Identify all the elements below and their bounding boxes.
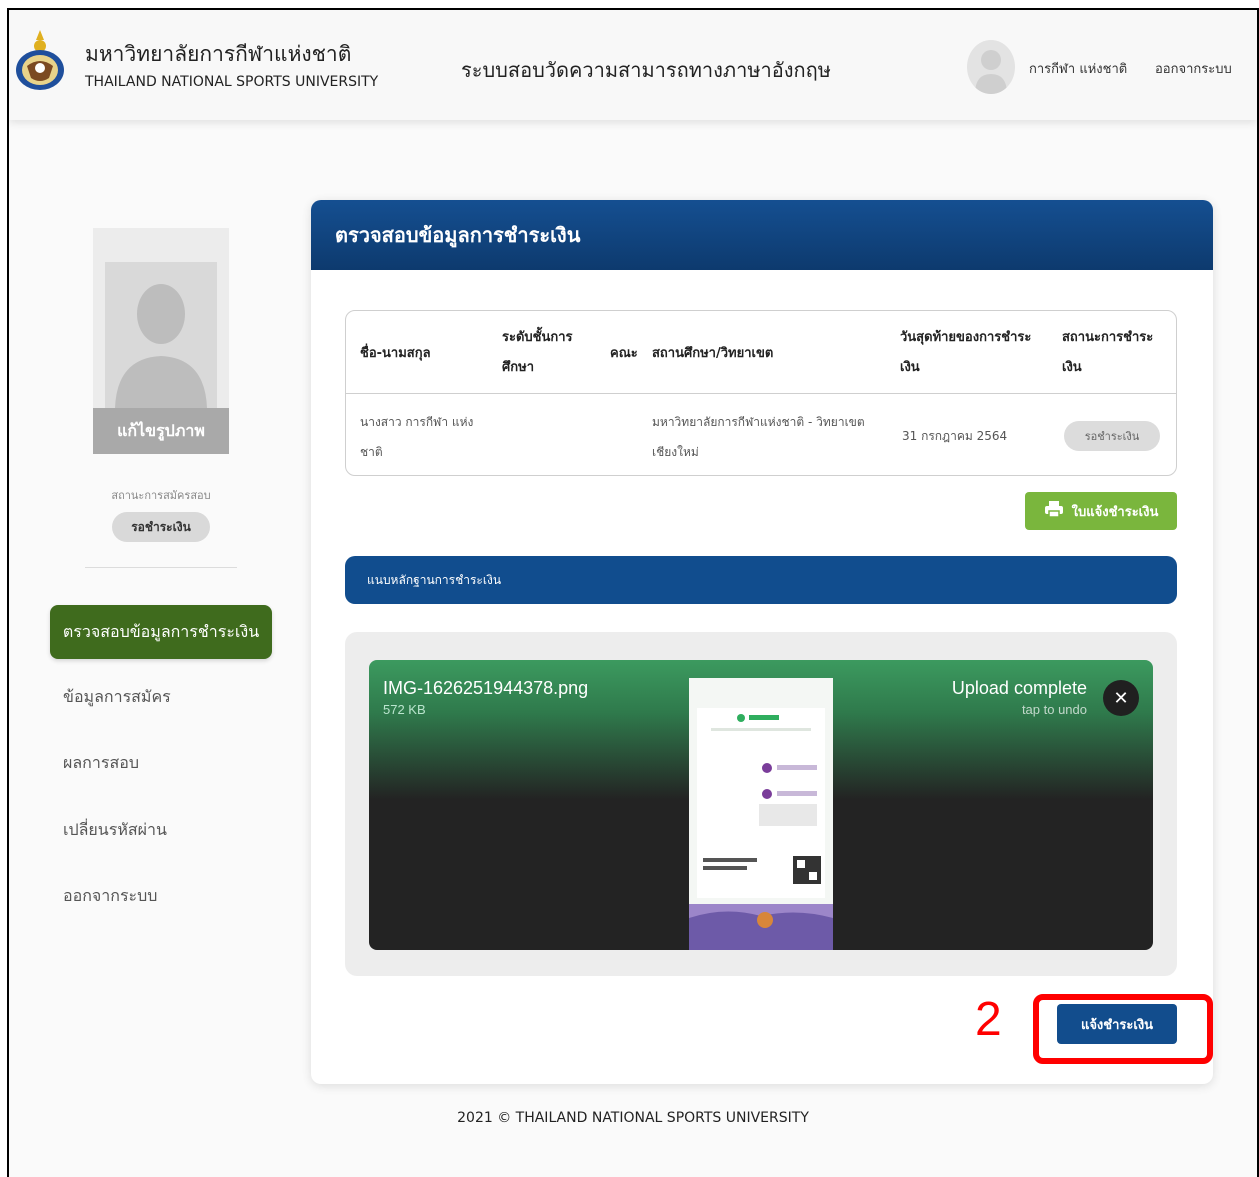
uploaded-file-size: 572 KB [383, 702, 426, 717]
page-title: ตรวจสอบข้อมูลการชำระเงิน [311, 200, 1213, 270]
cell-name-line2: ชาติ [360, 445, 383, 459]
top-header: มหาวิทยาลัยการกีฬาแห่งชาติ THAILAND NATI… [9, 10, 1257, 120]
col-header-institute: สถานศึกษา/วิทยาเขต [652, 346, 774, 361]
table-divider [346, 393, 1176, 394]
col-header-level-line2: ศึกษา [502, 360, 534, 375]
payment-status-badge: รอชำระเงิน [1064, 421, 1160, 451]
payment-check-card: ตรวจสอบข้อมูลการชำระเงิน ชื่อ-นามสกุล ระ… [311, 200, 1213, 1084]
col-header-name: ชื่อ-นามสกุล [360, 346, 431, 361]
system-title: ระบบสอบวัดความสามารถทางภาษาอังกฤษ [461, 58, 831, 82]
sidebar-item-exam-results[interactable]: ผลการสอบ [63, 751, 139, 776]
col-header-status-line1: สถานะการชำระ [1062, 330, 1154, 345]
header-logout-link[interactable]: ออกจากระบบ [1155, 58, 1232, 79]
file-upload-area[interactable]: IMG-1626251944378.png 572 KB Upload comp… [345, 632, 1177, 976]
upload-status-text: Upload complete [951, 678, 1087, 698]
sidebar-item-application-info[interactable]: ข้อมูลการสมัคร [63, 685, 171, 710]
remove-file-button[interactable]: ✕ [1103, 680, 1139, 716]
footer-copyright: 2021 © THAILAND NATIONAL SPORTS UNIVERSI… [457, 1110, 809, 1126]
edit-photo-button[interactable]: แก้ไขรูปภาพ [93, 408, 229, 454]
profile-photo-placeholder [105, 262, 217, 408]
col-header-status-line2: เงิน [1062, 360, 1082, 375]
undo-hint[interactable]: tap to undo [1022, 702, 1087, 717]
university-logo [13, 26, 67, 92]
registration-status-badge: รอชำระเงิน [112, 512, 210, 542]
invoice-button-label: ใบแจ้งชำระเงิน [1071, 504, 1159, 520]
close-icon: ✕ [1113, 687, 1129, 709]
col-header-deadline-line2: เงิน [900, 360, 920, 375]
printer-icon [1044, 500, 1064, 522]
attach-evidence-header: แนบหลักฐานการชำระเงิน [345, 556, 1177, 604]
col-header-level-line1: ระดับชั้นการ [502, 330, 573, 345]
uploaded-file-name: IMG-1626251944378.png [383, 678, 589, 698]
applicant-info-table: ชื่อ-นามสกุล ระดับชั้นการ ศึกษา คณะ สถาน… [345, 310, 1177, 476]
sidebar-item-logout[interactable]: ออกจากระบบ [63, 884, 157, 909]
cell-institute-line1: มหาวิทยาลัยการกีฬาแห่งชาติ - วิทยาเขต [652, 415, 865, 429]
step-number-annotation: 2 [975, 993, 1002, 1046]
cell-institute-line2: เชียงใหม่ [652, 445, 699, 459]
sidebar-divider [85, 567, 237, 568]
col-header-deadline-line1: วันสุดท้ายของการชำระ [900, 330, 1032, 345]
registration-status-label: สถานะการสมัครสอบ [111, 489, 211, 502]
user-name[interactable]: การกีฬา แห่งชาติ [1029, 58, 1127, 79]
cell-name-line1: นางสาว การกีฬา แห่ง [360, 415, 474, 429]
slip-preview-image [689, 678, 833, 950]
sidebar-item-change-password[interactable]: เปลี่ยนรหัสผ่าน [63, 818, 167, 843]
sidebar-item-payment-check[interactable]: ตรวจสอบข้อมูลการชำระเงิน [50, 605, 272, 659]
uploaded-file-item: IMG-1626251944378.png 572 KB Upload comp… [369, 660, 1153, 950]
invoice-button[interactable]: ใบแจ้งชำระเงิน [1025, 492, 1177, 530]
app-frame: มหาวิทยาลัยการกีฬาแห่งชาติ THAILAND NATI… [7, 8, 1259, 1177]
col-header-faculty: คณะ [610, 346, 638, 361]
user-avatar[interactable] [967, 40, 1015, 94]
university-name-en: THAILAND NATIONAL SPORTS UNIVERSITY [85, 74, 379, 90]
cell-deadline: 31 กรกฎาคม 2564 [902, 429, 1008, 443]
submit-payment-button[interactable]: แจ้งชำระเงิน [1057, 1004, 1177, 1044]
university-name-th: มหาวิทยาลัยการกีฬาแห่งชาติ [85, 42, 352, 66]
